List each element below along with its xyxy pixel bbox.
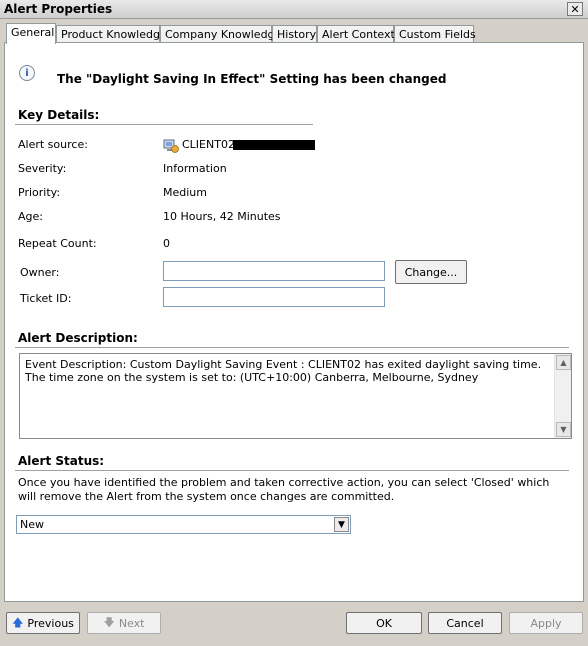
ticket-id-label: Ticket ID: xyxy=(20,292,72,305)
computer-icon xyxy=(163,139,179,153)
alert-description-box[interactable]: Event Description: Custom Daylight Savin… xyxy=(19,353,572,439)
tab-alert-context[interactable]: Alert Context xyxy=(317,25,395,43)
tab-label: Product Knowledge xyxy=(61,28,167,41)
age-label: Age: xyxy=(18,210,43,223)
alert-description-title: Alert Description: xyxy=(18,331,138,345)
previous-button[interactable]: 🡅 Previous xyxy=(6,612,80,634)
tab-label: General xyxy=(11,26,55,39)
arrow-down-icon: 🡇 xyxy=(103,615,115,629)
owner-field[interactable] xyxy=(163,261,385,281)
tab-label: History xyxy=(277,28,317,41)
alert-source-label: Alert source: xyxy=(18,138,88,151)
status-separator xyxy=(15,470,569,471)
tab-company-knowledge[interactable]: Company Knowledge xyxy=(160,25,281,43)
tab-label: Custom Fields xyxy=(399,28,476,41)
severity-value: Information xyxy=(163,162,227,175)
repeat-count-label: Repeat Count: xyxy=(18,237,97,250)
tab-label: Company Knowledge xyxy=(165,28,282,41)
key-details-separator xyxy=(15,124,313,125)
title-bar: Alert Properties ✕ xyxy=(0,0,588,19)
tab-general[interactable]: General xyxy=(6,23,56,44)
ok-button[interactable]: OK xyxy=(346,612,422,634)
tab-history[interactable]: History xyxy=(272,25,317,43)
age-value: 10 Hours, 42 Minutes xyxy=(163,210,281,223)
chevron-down-icon[interactable]: ▼ xyxy=(334,517,349,532)
alert-description-text: Event Description: Custom Daylight Savin… xyxy=(25,358,542,384)
next-label: Next xyxy=(118,616,145,630)
owner-label: Owner: xyxy=(20,266,60,279)
ticket-id-field[interactable] xyxy=(163,287,385,307)
description-separator xyxy=(15,347,569,348)
general-tab-panel: i The "Daylight Saving In Effect" Settin… xyxy=(4,42,584,602)
change-owner-button[interactable]: Change... xyxy=(395,260,467,284)
severity-label: Severity: xyxy=(18,162,67,175)
scroll-down-button[interactable]: ▼ xyxy=(556,422,571,437)
window-title: Alert Properties xyxy=(4,2,113,16)
close-button[interactable]: ✕ xyxy=(567,2,583,16)
alert-status-select[interactable]: New ▼ xyxy=(16,515,351,534)
alert-source-value: CLIENT02. xyxy=(182,138,239,151)
cancel-button[interactable]: Cancel xyxy=(428,612,502,634)
priority-label: Priority: xyxy=(18,186,61,199)
tab-label: Alert Context xyxy=(322,28,395,41)
repeat-count-value: 0 xyxy=(163,237,170,250)
redacted-hostname xyxy=(233,140,315,150)
description-scrollbar[interactable]: ▲ ▼ xyxy=(554,354,571,438)
key-details-title: Key Details: xyxy=(18,108,100,122)
alert-status-instructions: Once you have identified the problem and… xyxy=(18,476,550,503)
info-icon: i xyxy=(19,65,35,81)
priority-value: Medium xyxy=(163,186,207,199)
tab-custom-fields[interactable]: Custom Fields xyxy=(394,25,476,43)
arrow-up-icon: 🡅 xyxy=(12,615,24,629)
close-icon: ✕ xyxy=(570,2,580,16)
apply-button[interactable]: Apply xyxy=(509,612,583,634)
previous-label: Previous xyxy=(27,616,74,630)
tab-product-knowledge[interactable]: Product Knowledge xyxy=(56,25,167,43)
alert-status-selected: New xyxy=(20,518,44,531)
scroll-up-button[interactable]: ▲ xyxy=(556,355,571,370)
alert-status-title: Alert Status: xyxy=(18,454,105,468)
alert-message: The "Daylight Saving In Effect" Setting … xyxy=(57,72,447,86)
next-button[interactable]: 🡇 Next xyxy=(87,612,161,634)
